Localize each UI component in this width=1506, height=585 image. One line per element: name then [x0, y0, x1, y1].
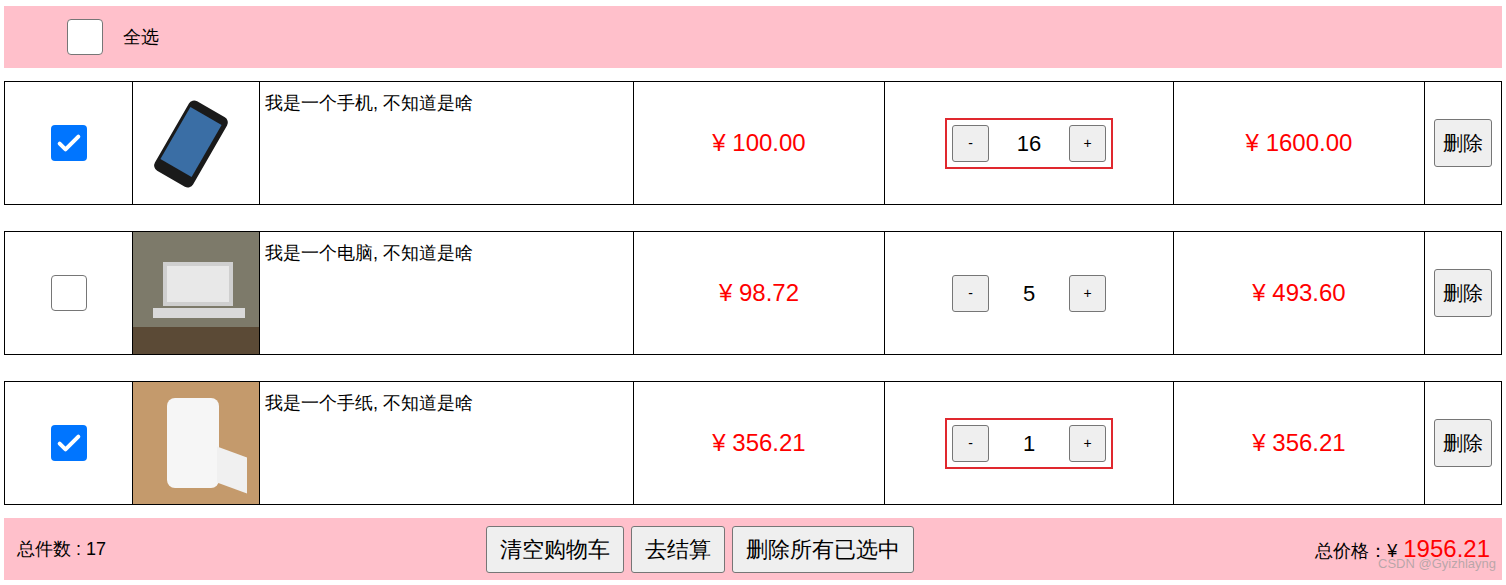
- count-area: 总件数 : 17: [4, 536, 486, 563]
- delete-cell: 删除: [1424, 82, 1501, 204]
- quantity-stepper: -5+: [945, 268, 1113, 319]
- footer-button[interactable]: 去结算: [631, 526, 725, 573]
- check-cell: [5, 382, 132, 504]
- check-cell: [5, 82, 132, 204]
- cart-list: 我是一个手机, 不知道是啥¥ 100.00-16+¥ 1600.00删除我是一个…: [4, 81, 1502, 505]
- checkbox[interactable]: [67, 19, 103, 55]
- check-icon: [55, 129, 83, 157]
- increase-button[interactable]: +: [1069, 275, 1106, 312]
- quantity-stepper: -16+: [945, 118, 1113, 169]
- quantity-value[interactable]: 5: [995, 277, 1063, 310]
- product-image: [132, 82, 259, 204]
- delete-button[interactable]: 删除: [1434, 119, 1492, 167]
- price-cell: ¥ 100.00: [633, 82, 884, 204]
- check-icon: [55, 429, 83, 457]
- quantity-value[interactable]: 16: [995, 127, 1063, 160]
- delete-cell: 删除: [1424, 382, 1501, 504]
- increase-button[interactable]: +: [1069, 125, 1106, 162]
- footer-button[interactable]: 删除所有已选中: [732, 526, 914, 573]
- decrease-button[interactable]: -: [952, 275, 989, 312]
- delete-button[interactable]: 删除: [1434, 419, 1492, 467]
- cart-row: 我是一个电脑, 不知道是啥 ¥ 98.72 -5+ ¥ 493.60 删除: [4, 231, 1502, 355]
- cart-row: 我是一个手机, 不知道是啥 ¥ 100.00 -16+ ¥ 1600.00 删除: [4, 81, 1502, 205]
- total-count: 总件数 : 17: [17, 539, 106, 559]
- price-cell: ¥ 356.21: [633, 382, 884, 504]
- unit-price: ¥ 356.21: [712, 425, 805, 461]
- check-cell: [5, 232, 132, 354]
- cart-footer: 总件数 : 17清空购物车去结算删除所有已选中总价格：¥1956.21: [4, 518, 1502, 580]
- total-price: 1956.21: [1403, 531, 1490, 567]
- subtotal-cell: ¥ 1600.00: [1173, 82, 1424, 204]
- product-image: [132, 232, 259, 354]
- price-cell: ¥ 98.72: [633, 232, 884, 354]
- footer-button[interactable]: 清空购物车: [486, 526, 624, 573]
- select-all-label[interactable]: 全选: [123, 24, 159, 51]
- quantity-value[interactable]: 1: [995, 427, 1063, 460]
- quantity-cell: -1+: [884, 382, 1173, 504]
- subtotal-cell: ¥ 493.60: [1173, 232, 1424, 354]
- cart-row: 我是一个手纸, 不知道是啥 ¥ 356.21 -1+ ¥ 356.21 删除: [4, 381, 1502, 505]
- name-cell: 我是一个电脑, 不知道是啥: [259, 232, 633, 354]
- checkbox[interactable]: [51, 125, 87, 161]
- product-name: 我是一个手纸, 不知道是啥: [265, 393, 473, 413]
- subtotal-cell: ¥ 356.21: [1173, 382, 1424, 504]
- checkbox[interactable]: [51, 275, 87, 311]
- decrease-button[interactable]: -: [952, 425, 989, 462]
- checkbox[interactable]: [51, 425, 87, 461]
- total-label: 总价格：¥: [1315, 538, 1397, 565]
- total-area: 总价格：¥1956.21: [914, 531, 1502, 567]
- delete-button[interactable]: 删除: [1434, 269, 1492, 317]
- decrease-button[interactable]: -: [952, 125, 989, 162]
- quantity-stepper: -1+: [945, 418, 1113, 469]
- name-cell: 我是一个手机, 不知道是啥: [259, 82, 633, 204]
- product-name: 我是一个电脑, 不知道是啥: [265, 243, 473, 263]
- quantity-cell: -16+: [884, 82, 1173, 204]
- quantity-cell: -5+: [884, 232, 1173, 354]
- select-all-bar: 全选: [4, 6, 1502, 68]
- subtotal: ¥ 1600.00: [1246, 125, 1353, 161]
- increase-button[interactable]: +: [1069, 425, 1106, 462]
- unit-price: ¥ 98.72: [719, 275, 799, 311]
- product-name: 我是一个手机, 不知道是啥: [265, 93, 473, 113]
- subtotal: ¥ 356.21: [1252, 425, 1345, 461]
- footer-buttons: 清空购物车去结算删除所有已选中: [486, 526, 914, 573]
- watermark: CSDN @Gyizhlayng: [1378, 554, 1496, 574]
- name-cell: 我是一个手纸, 不知道是啥: [259, 382, 633, 504]
- subtotal: ¥ 493.60: [1252, 275, 1345, 311]
- delete-cell: 删除: [1424, 232, 1501, 354]
- unit-price: ¥ 100.00: [712, 125, 805, 161]
- product-image: [132, 382, 259, 504]
